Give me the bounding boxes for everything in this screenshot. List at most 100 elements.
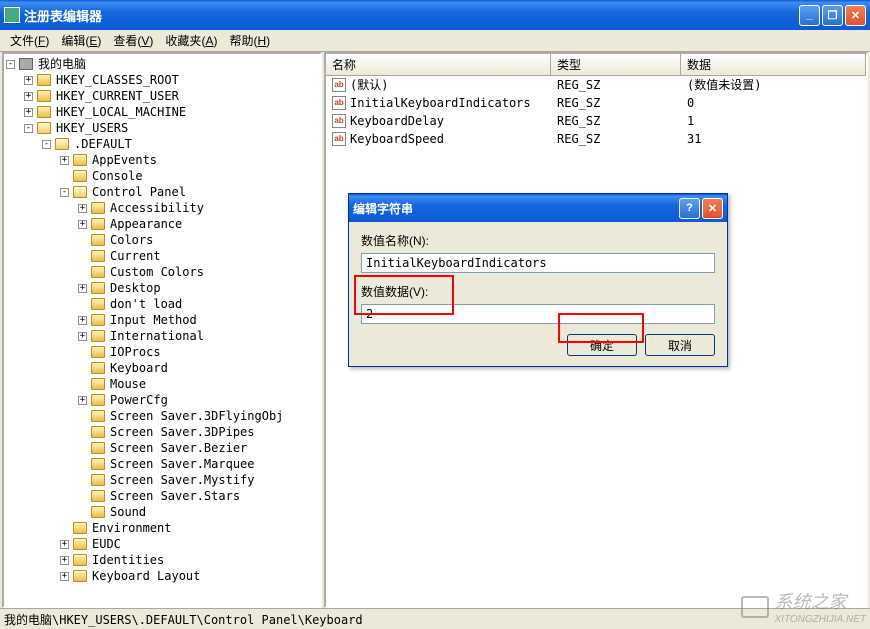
menu-file[interactable]: 文件(F) (4, 30, 55, 51)
tree-keyboard-layout[interactable]: Keyboard Layout (90, 568, 202, 584)
tree-item[interactable]: PowerCfg (108, 392, 170, 408)
tree-hkcr[interactable]: HKEY_CLASSES_ROOT (54, 72, 181, 88)
tree-node: don't load (6, 296, 318, 312)
tree-toggle[interactable]: + (60, 540, 69, 549)
tree-item[interactable]: don't load (108, 296, 184, 312)
tree-toggle[interactable]: - (6, 60, 15, 69)
folder-icon (91, 250, 105, 262)
tree-item[interactable]: Input Method (108, 312, 199, 328)
folder-icon (37, 74, 51, 86)
tree-item[interactable]: Appearance (108, 216, 184, 232)
menu-view[interactable]: 查看(V) (107, 30, 159, 51)
folder-icon (73, 170, 87, 182)
tree-control-panel[interactable]: Control Panel (90, 184, 188, 200)
tree-item[interactable]: Keyboard (108, 360, 170, 376)
tree-toggle[interactable]: - (24, 124, 33, 133)
value-name: (默认) (350, 77, 388, 93)
folder-icon (73, 570, 87, 582)
tree-item[interactable]: Screen Saver.Bezier (108, 440, 249, 456)
close-button[interactable]: ✕ (845, 5, 866, 26)
col-header-name[interactable]: 名称 (326, 54, 551, 75)
tree-toggle[interactable]: + (60, 572, 69, 581)
tree-node: + Accessibility (6, 200, 318, 216)
tree-toggle[interactable]: + (60, 156, 69, 165)
tree-toggle[interactable]: + (78, 220, 87, 229)
tree-toggle[interactable]: + (78, 316, 87, 325)
tree-item[interactable]: Accessibility (108, 200, 206, 216)
folder-icon (37, 90, 51, 102)
tree-toggle[interactable]: - (42, 140, 51, 149)
tree-appevents[interactable]: AppEvents (90, 152, 159, 168)
tree-item[interactable]: Screen Saver.3DPipes (108, 424, 257, 440)
tree-item[interactable]: Colors (108, 232, 155, 248)
tree-node: Screen Saver.Stars (6, 488, 318, 504)
list-row[interactable]: abKeyboardSpeedREG_SZ31 (326, 130, 866, 148)
folder-icon (91, 378, 105, 390)
tree-item[interactable]: Sound (108, 504, 148, 520)
computer-icon (19, 58, 33, 70)
tree-item[interactable]: Desktop (108, 280, 163, 296)
tree-hku[interactable]: HKEY_USERS (54, 120, 130, 136)
tree-item[interactable]: Screen Saver.Mystify (108, 472, 257, 488)
dialog-data-label: 数值数据(V): (361, 283, 715, 300)
folder-icon (91, 506, 105, 518)
tree-toggle[interactable]: + (24, 108, 33, 117)
tree-item[interactable]: Mouse (108, 376, 148, 392)
tree-item[interactable]: Screen Saver.3DFlyingObj (108, 408, 285, 424)
registry-tree-panel[interactable]: - 我的电脑 + HKEY_CLASSES_ROOT + HKEY_CURRENT_U… (2, 52, 322, 608)
menu-help[interactable]: 帮助(H) (223, 30, 276, 51)
tree-toggle[interactable]: + (60, 556, 69, 565)
list-row[interactable]: ab(默认)REG_SZ(数值未设置) (326, 76, 866, 94)
watermark-icon (741, 596, 769, 618)
col-header-type[interactable]: 类型 (551, 54, 681, 75)
tree-toggle[interactable]: - (60, 188, 69, 197)
value-data: (数值未设置) (681, 76, 866, 94)
dialog-cancel-button[interactable]: 取消 (645, 334, 715, 356)
tree-toggle[interactable]: + (78, 396, 87, 405)
tree-toggle[interactable]: + (24, 76, 33, 85)
dialog-ok-button[interactable]: 确定 (567, 334, 637, 356)
tree-eudc[interactable]: EUDC (90, 536, 123, 552)
dialog-name-input[interactable] (361, 253, 715, 273)
watermark-text1: 系统之家 (775, 588, 867, 614)
minimize-button[interactable]: _ (799, 5, 820, 26)
folder-icon (73, 538, 87, 550)
tree-toggle[interactable]: + (78, 332, 87, 341)
tree-toggle[interactable]: + (78, 284, 87, 293)
tree-console[interactable]: Console (90, 168, 145, 184)
folder-icon (37, 106, 51, 118)
list-row[interactable]: abInitialKeyboardIndicatorsREG_SZ0 (326, 94, 866, 112)
dialog-close-button[interactable]: ✕ (702, 198, 723, 219)
tree-node: + International (6, 328, 318, 344)
tree-hklm[interactable]: HKEY_LOCAL_MACHINE (54, 104, 188, 120)
col-header-data[interactable]: 数据 (681, 54, 866, 75)
tree-node: + Appearance (6, 216, 318, 232)
tree-item[interactable]: Screen Saver.Marquee (108, 456, 257, 472)
tree-environment[interactable]: Environment (90, 520, 173, 536)
tree-item[interactable]: IOProcs (108, 344, 163, 360)
value-name: InitialKeyboardIndicators (350, 95, 531, 111)
tree-toggle[interactable]: + (78, 204, 87, 213)
value-data: 1 (681, 112, 866, 130)
tree-default[interactable]: .DEFAULT (72, 136, 134, 152)
tree-hkcu[interactable]: HKEY_CURRENT_USER (54, 88, 181, 104)
tree-root[interactable]: 我的电脑 (36, 56, 88, 72)
tree-item[interactable]: Current (108, 248, 163, 264)
dialog-help-button[interactable]: ? (679, 198, 700, 219)
tree-toggle[interactable]: + (24, 92, 33, 101)
tree-node: Screen Saver.Bezier (6, 440, 318, 456)
menu-favorites[interactable]: 收藏夹(A) (159, 30, 223, 51)
list-header: 名称 类型 数据 (326, 54, 866, 76)
maximize-button[interactable]: ❐ (822, 5, 843, 26)
dialog-name-label: 数值名称(N): (361, 232, 715, 249)
tree-item[interactable]: Screen Saver.Stars (108, 488, 242, 504)
tree-item[interactable]: Custom Colors (108, 264, 206, 280)
registry-tree: - 我的电脑 + HKEY_CLASSES_ROOT + HKEY_CURRENT_U… (4, 54, 320, 586)
menu-edit[interactable]: 编辑(E) (55, 30, 107, 51)
folder-icon (91, 426, 105, 438)
folder-icon (91, 234, 105, 246)
tree-identities[interactable]: Identities (90, 552, 166, 568)
tree-item[interactable]: International (108, 328, 206, 344)
dialog-data-input[interactable] (361, 304, 715, 324)
list-row[interactable]: abKeyboardDelayREG_SZ1 (326, 112, 866, 130)
